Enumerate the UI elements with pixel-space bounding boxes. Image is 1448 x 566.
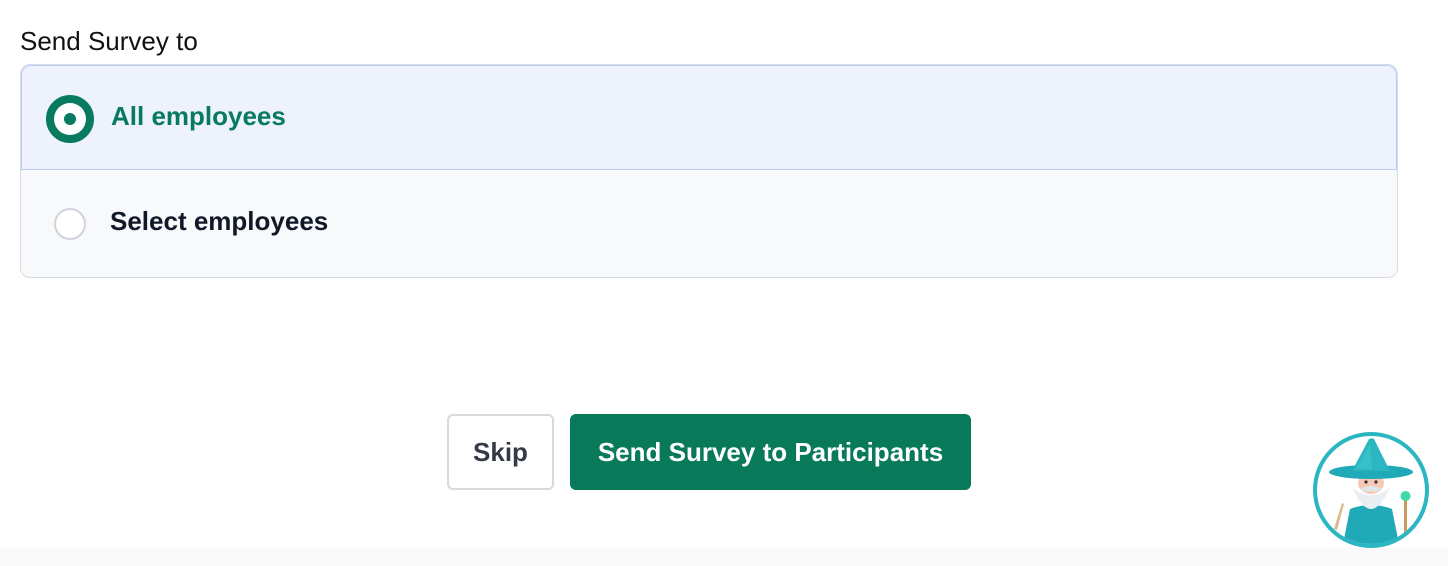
- wizard-avatar-icon[interactable]: [1312, 431, 1430, 549]
- wizard-avatar-graphic: [1313, 432, 1429, 548]
- send-to-radio-group: All employees Select employees: [20, 64, 1398, 278]
- send-survey-button[interactable]: Send Survey to Participants: [570, 414, 971, 490]
- radio-option-select-employees[interactable]: Select employees: [21, 171, 1397, 276]
- radio-option-label: Select employees: [110, 206, 329, 236]
- footer-strip: [0, 548, 1448, 566]
- radio-option-all-employees[interactable]: All employees: [21, 65, 1397, 170]
- radio-option-label: All employees: [111, 101, 286, 131]
- skip-button[interactable]: Skip: [447, 414, 554, 490]
- radio-unselected-icon[interactable]: [54, 208, 86, 240]
- radio-selected-icon[interactable]: [46, 95, 94, 143]
- section-label: Send Survey to: [20, 26, 198, 56]
